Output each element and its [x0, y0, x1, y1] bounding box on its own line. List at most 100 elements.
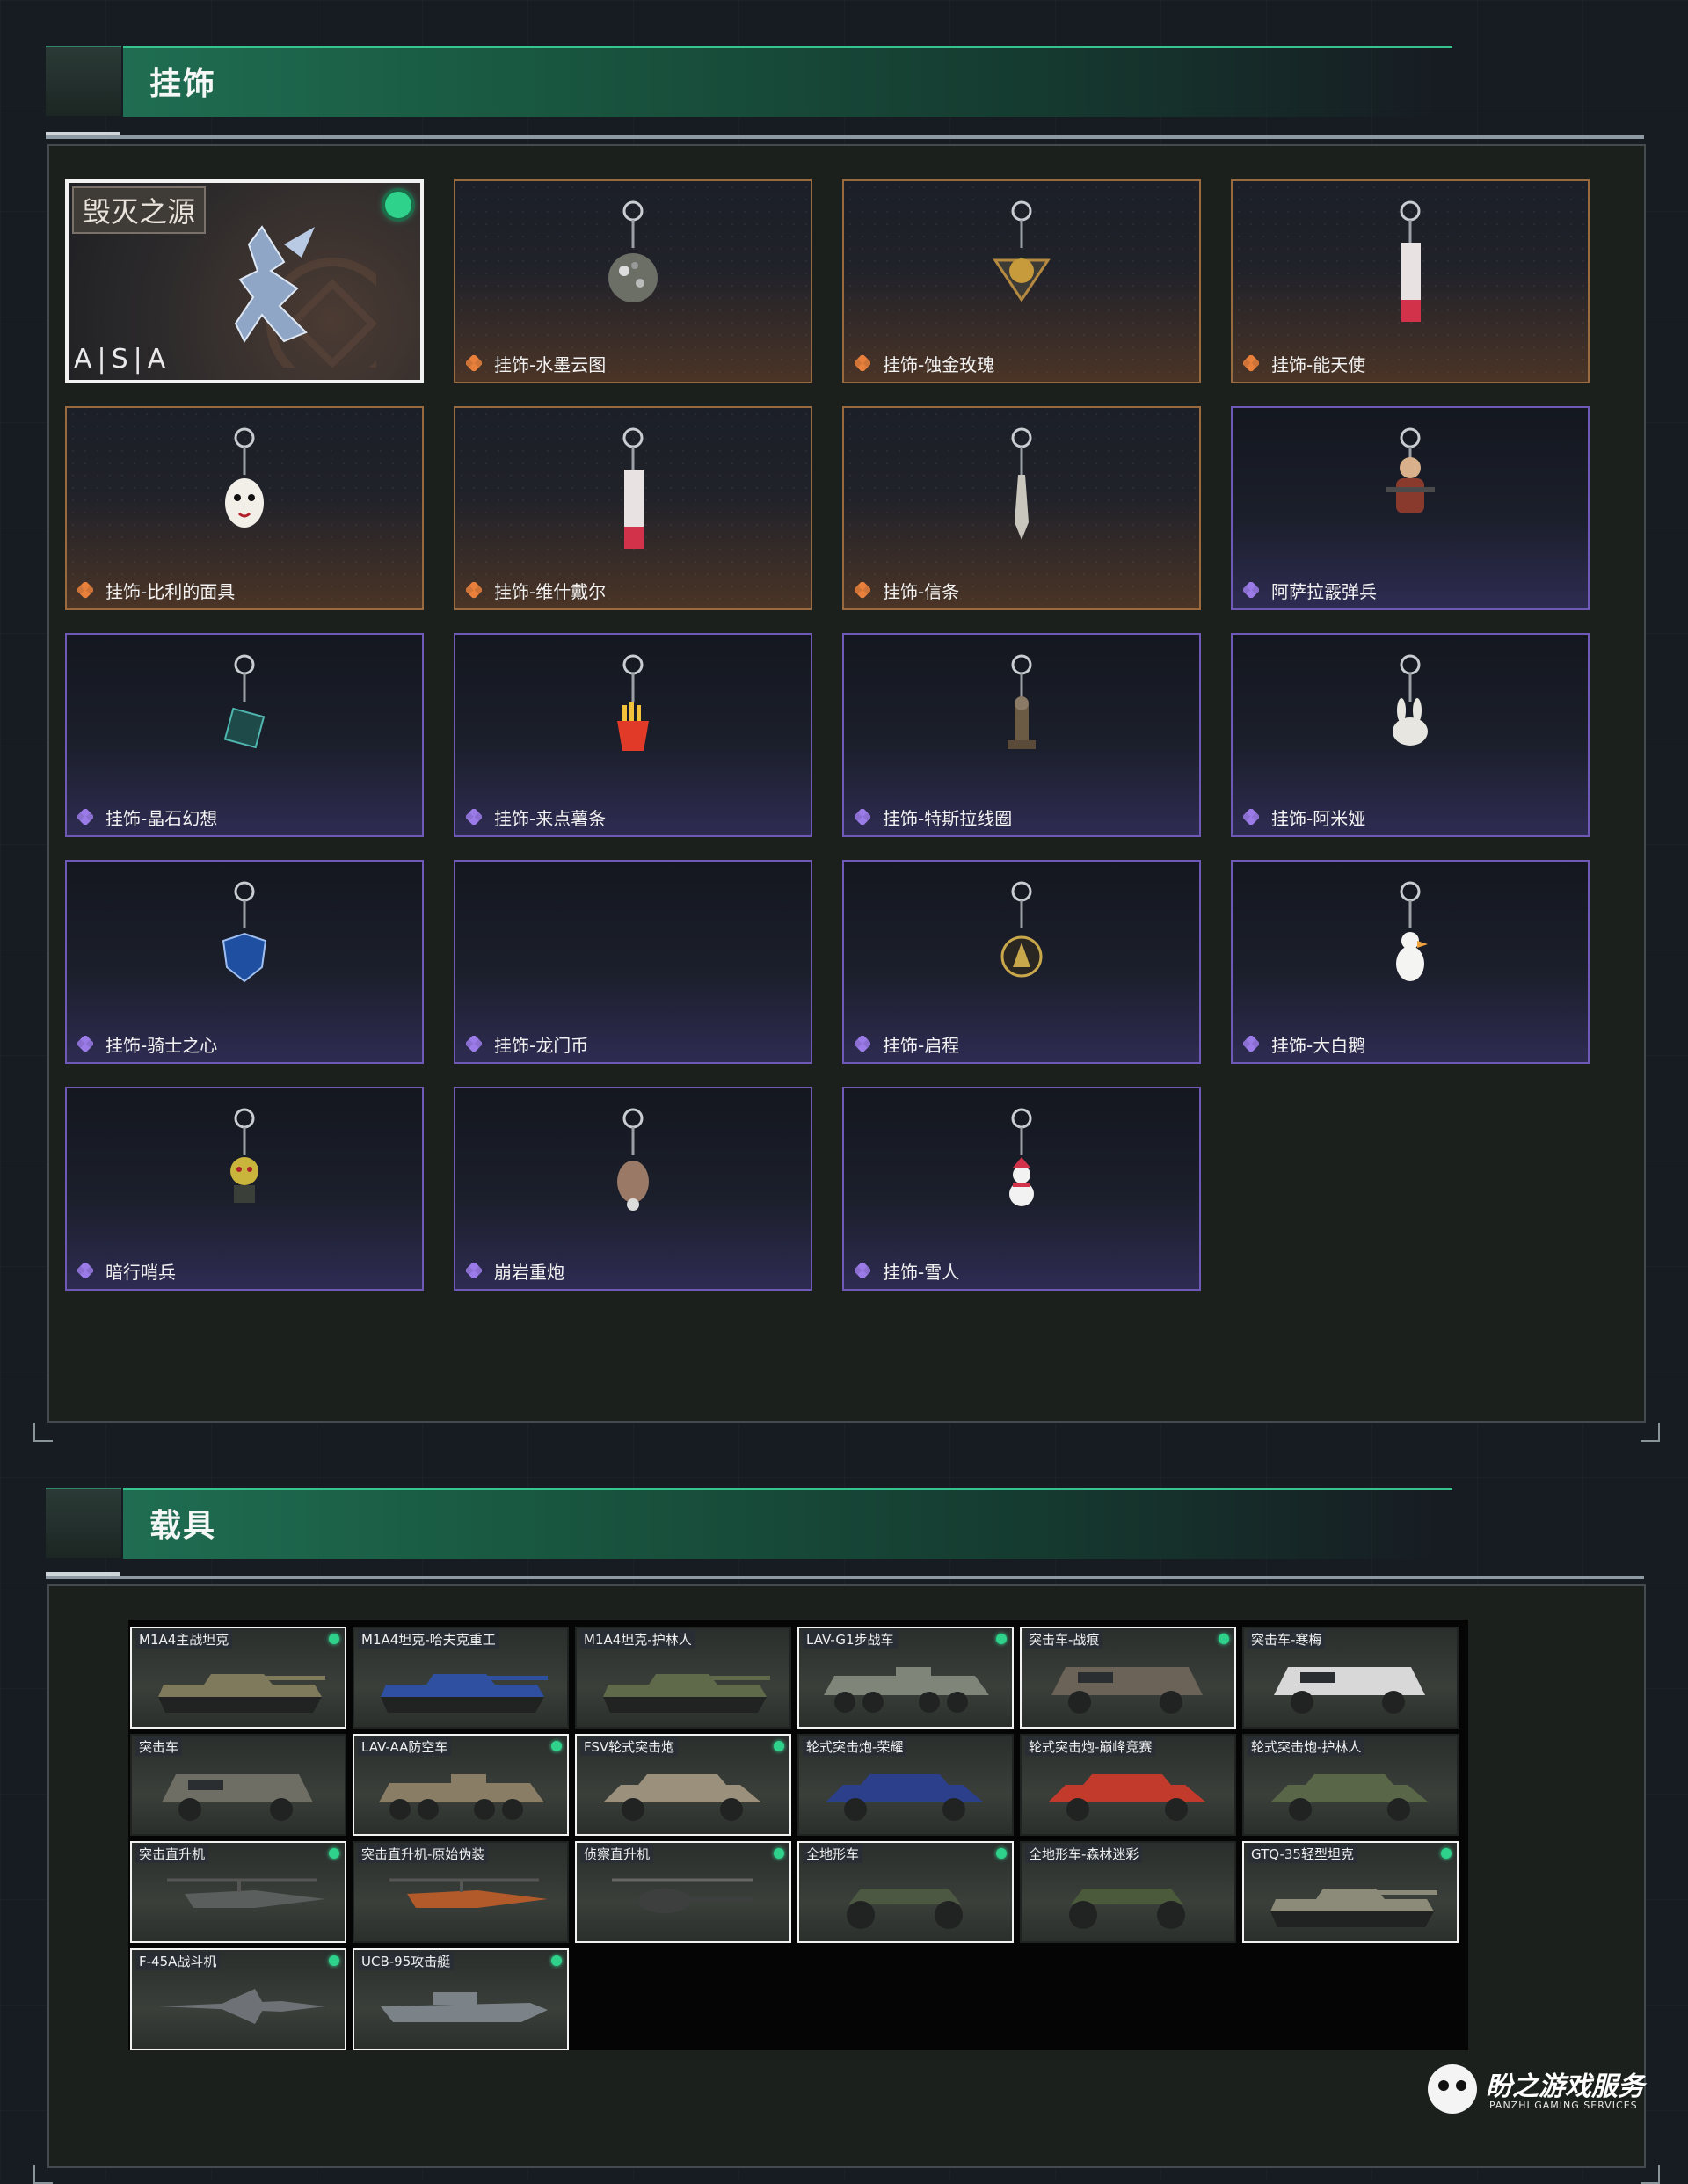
vehicle-card[interactable]: F-45A战斗机 [130, 1948, 346, 2050]
tank-vehicle-icon [158, 1674, 325, 1713]
vehicle-card[interactable]: 轮式突击炮-护林人 [1242, 1734, 1459, 1836]
featured-brand-text: A|S|A [74, 344, 171, 375]
vehicle-label: 突击车-战痕 [1025, 1630, 1103, 1649]
header-stub [46, 46, 121, 116]
snowman-pendant-icon [1009, 1108, 1034, 1206]
vehicle-card[interactable]: M1A4主战坦克 [130, 1627, 346, 1729]
vehicle-card[interactable]: LAV-AA防空车 [353, 1734, 569, 1836]
rarity-purple-icon [77, 809, 93, 825]
tag-pendant-icon [622, 427, 644, 549]
pendant-card[interactable]: 挂饰-信条 [842, 406, 1201, 610]
orb-pendant-icon [608, 200, 658, 302]
owned-indicator-icon [996, 1634, 1007, 1644]
pendant-card[interactable]: 挂饰-比利的面具 [65, 406, 424, 610]
vehicle-card[interactable]: FSV轮式突击炮 [575, 1734, 791, 1836]
pendant-label: 挂饰-骑士之心 [106, 1035, 218, 1056]
vehicle-card[interactable]: 全地形车 [797, 1841, 1014, 1943]
pendant-label: 挂饰-水墨云图 [494, 354, 607, 375]
owned-indicator-icon [329, 1848, 339, 1859]
pendant-label: 挂饰-信条 [883, 581, 960, 602]
rarity-purple-icon [1243, 1036, 1259, 1052]
vehicle-label: M1A4坦克-哈夫克重工 [358, 1630, 499, 1649]
boat-vehicle-icon [381, 1992, 548, 2022]
owned-indicator-icon [996, 1848, 1007, 1859]
pendant-card[interactable]: 挂饰-骑士之心 [65, 860, 424, 1064]
vehicle-label: 突击车 [135, 1737, 183, 1756]
vehicle-label: UCB-95攻击艇 [358, 1952, 455, 1970]
vehicles-section-header: 载具 [46, 1488, 1452, 1559]
heli-vehicle-icon [167, 1878, 325, 1908]
pendant-card[interactable]: 挂饰-特斯拉线圈 [842, 633, 1201, 837]
vehicle-card[interactable]: 轮式突击炮-荣耀 [797, 1734, 1014, 1836]
pendant-card[interactable]: 挂饰-能天使 [1231, 179, 1590, 383]
vehicle-card[interactable]: 轮式突击炮-巅峰竞赛 [1020, 1734, 1236, 1836]
truck-vehicle-icon [1274, 1667, 1425, 1714]
pendant-card[interactable]: 挂饰-大白鹅 [1231, 860, 1590, 1064]
vehicle-card[interactable]: 突击直升机 [130, 1841, 346, 1943]
pendant-card[interactable]: 挂饰-蚀金玫瑰 [842, 179, 1201, 383]
pendant-label: 挂饰-特斯拉线圈 [883, 808, 1013, 829]
vehicle-label: GTQ-35轻型坦克 [1248, 1845, 1357, 1863]
pendant-label: 挂饰-晶石幻想 [106, 808, 218, 829]
owned-indicator-icon [551, 1741, 562, 1751]
rarity-purple-icon [466, 1036, 482, 1052]
vehicle-card[interactable]: M1A4坦克-护林人 [575, 1627, 791, 1729]
featured-pendant-card[interactable]: 毁灭之源 A|S|A [65, 179, 424, 383]
cube-pendant-icon [223, 654, 266, 749]
owned-indicator-icon [774, 1848, 784, 1859]
vehicle-card[interactable]: 突击车 [130, 1734, 346, 1836]
vehicle-card[interactable]: M1A4坦克-哈夫克重工 [353, 1627, 569, 1729]
vehicle-card[interactable]: LAV-G1步战车 [797, 1627, 1014, 1729]
vehicle-label: 突击车-寒梅 [1248, 1630, 1326, 1649]
scout-vehicle-icon [612, 1878, 753, 1913]
rarity-gold-icon [1243, 355, 1259, 371]
pendant-card[interactable]: 崩岩重炮 [454, 1087, 812, 1291]
rarity-purple-icon [466, 809, 482, 825]
pendant-card[interactable]: 挂饰-启程 [842, 860, 1201, 1064]
truck-vehicle-icon [1051, 1667, 1203, 1714]
truck-vehicle-icon [162, 1774, 313, 1821]
cannon-pendant-icon [617, 1108, 649, 1211]
pendant-label: 挂饰-大白鹅 [1271, 1035, 1366, 1056]
pendant-card[interactable]: 挂饰-水墨云图 [454, 179, 812, 383]
pendant-card[interactable]: 挂饰-晶石幻想 [65, 633, 424, 837]
vehicle-label: 轮式突击炮-护林人 [1248, 1737, 1365, 1756]
goose-pendant-icon [1396, 881, 1428, 981]
pendant-card[interactable]: 挂饰-维什戴尔 [454, 406, 812, 610]
section-title: 载具 [149, 1508, 217, 1544]
buggy-vehicle-icon [1270, 1774, 1429, 1821]
vehicle-label: M1A4主战坦克 [135, 1630, 233, 1649]
vehicle-card[interactable]: GTQ-35轻型坦克 [1242, 1841, 1459, 1943]
soldier-pendant-icon [1386, 427, 1435, 513]
vehicle-label: LAV-AA防空车 [358, 1737, 452, 1756]
vehicle-card[interactable]: 侦察直升机 [575, 1841, 791, 1943]
vehicle-card[interactable]: 全地形车-森林迷彩 [1020, 1841, 1236, 1943]
header-bar [123, 1488, 1452, 1559]
vehicle-card[interactable]: 突击直升机-原始伪装 [353, 1841, 569, 1943]
pendant-label: 挂饰-启程 [883, 1035, 960, 1056]
owned-indicator-icon [551, 1955, 562, 1966]
vehicle-card[interactable]: UCB-95攻击艇 [353, 1948, 569, 2050]
pendant-card[interactable]: 挂饰-阿米娅 [1231, 633, 1590, 837]
pendant-card[interactable]: 阿萨拉霰弹兵 [1231, 406, 1590, 610]
owned-indicator-icon [1219, 1634, 1229, 1644]
owned-indicator-icon [329, 1955, 339, 1966]
pendant-card[interactable]: 暗行哨兵 [65, 1087, 424, 1291]
vehicle-card[interactable]: 突击车-战痕 [1020, 1627, 1236, 1729]
owned-indicator-icon [329, 1634, 339, 1644]
pendant-card[interactable]: 挂饰-来点薯条 [454, 633, 812, 837]
pendant-label: 崩岩重炮 [494, 1262, 564, 1283]
atv-vehicle-icon [847, 1889, 963, 1929]
vehicle-label: 全地形车-森林迷彩 [1025, 1845, 1143, 1863]
pendant-card[interactable]: 挂饰-雪人 [842, 1087, 1201, 1291]
buggy-vehicle-icon [826, 1774, 984, 1821]
rose-pendant-icon [993, 200, 1051, 302]
vehicle-label: LAV-G1步战车 [803, 1630, 898, 1649]
featured-name: 毁灭之源 [72, 186, 207, 234]
heli-vehicle-icon [389, 1878, 548, 1908]
blade-pendant-icon [1011, 427, 1032, 540]
ifv-vehicle-icon [379, 1774, 544, 1820]
vehicle-card[interactable]: 突击车-寒梅 [1242, 1627, 1459, 1729]
pendant-card[interactable]: 挂饰-龙门币 [454, 860, 812, 1064]
coin-pendant-icon [589, 879, 677, 1011]
